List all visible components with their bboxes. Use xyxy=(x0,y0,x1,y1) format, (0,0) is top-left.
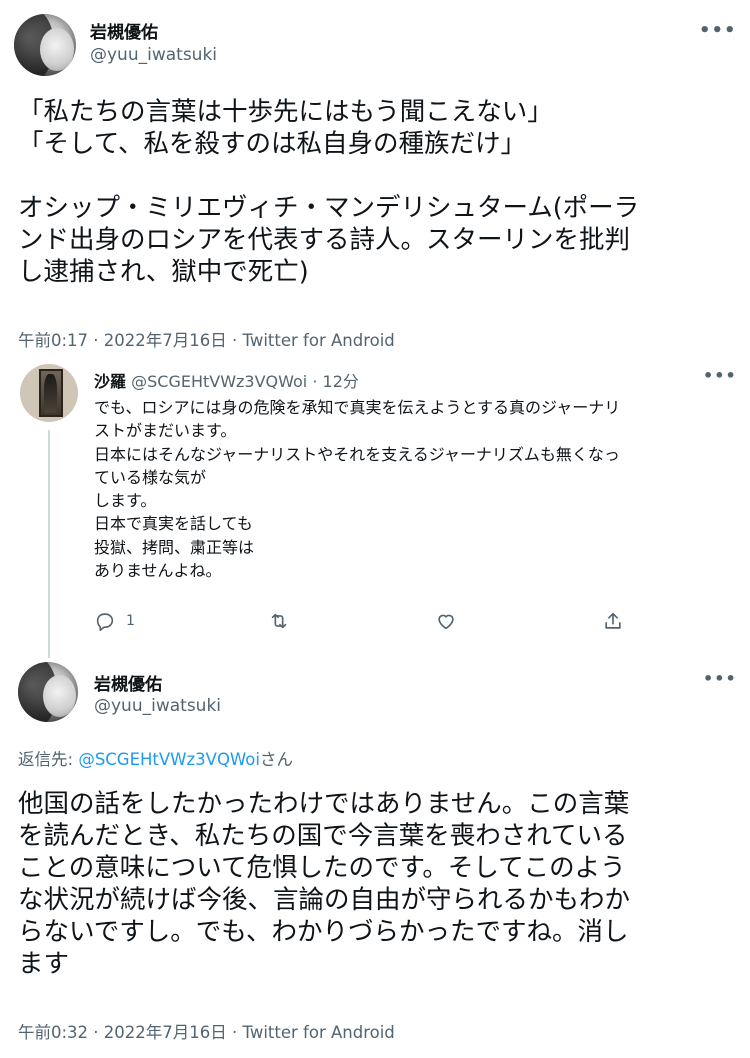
reply-count: 1 xyxy=(126,613,135,629)
retweet-button[interactable] xyxy=(268,610,290,632)
reply-header: 沙羅 @SCGEHtVWz3VQWoi · 12分 xyxy=(94,368,359,392)
replying-to: 返信先: @SCGEHtVWz3VQWoiさん xyxy=(18,746,293,770)
retweet-icon xyxy=(271,613,287,629)
reply-more-options-icon[interactable]: ••• xyxy=(703,366,737,385)
share-icon xyxy=(605,612,621,629)
avatar[interactable] xyxy=(14,14,76,76)
reply-icon xyxy=(96,613,114,631)
author-handle[interactable]: @yuu_iwatsuki xyxy=(90,45,217,65)
heart-icon xyxy=(438,614,454,630)
thread-line xyxy=(48,430,50,658)
reply-button[interactable]: 1 xyxy=(94,610,135,632)
reply-time[interactable]: · 12分 xyxy=(312,372,359,391)
avatar-face xyxy=(43,675,77,718)
replying-to-prefix: 返信先: xyxy=(18,750,79,769)
replying-to-mention[interactable]: @SCGEHtVWz3VQWoi xyxy=(78,750,260,769)
reply-text: でも、ロシアには身の危険を承知で真実を伝えようとする真のジャーナリ ストがまだい… xyxy=(94,398,621,581)
tweet-text: 他国の話をしたかったわけではありません。この言葉 を読んだとき、私たちの国で今言… xyxy=(18,789,631,979)
tweet-text: 「私たちの言葉は十歩先にはもう聞こえない」 「そして、私を殺すのは私自身の種族だ… xyxy=(18,97,640,287)
share-button[interactable] xyxy=(602,610,624,632)
like-button[interactable] xyxy=(435,610,457,632)
avatar-figure xyxy=(44,374,58,413)
avatar-face xyxy=(40,27,75,72)
tweet-timestamp[interactable]: 午前0:17 · 2022年7月16日 · Twitter for Androi… xyxy=(18,327,395,351)
reply-avatar[interactable] xyxy=(20,364,78,422)
reply-author-name[interactable]: 沙羅 xyxy=(94,372,126,391)
replying-to-suffix: さん xyxy=(259,750,293,769)
author-handle[interactable]: @yuu_iwatsuki xyxy=(94,696,221,716)
avatar[interactable] xyxy=(18,662,78,722)
more-options-icon[interactable]: ••• xyxy=(699,20,737,41)
author-name[interactable]: 岩槻優佑 xyxy=(90,18,158,43)
reply-author-handle[interactable]: @SCGEHtVWz3VQWoi xyxy=(131,372,307,391)
tweet-timestamp[interactable]: 午前0:32 · 2022年7月16日 · Twitter for Androi… xyxy=(18,1019,395,1043)
author-name[interactable]: 岩槻優佑 xyxy=(94,670,162,695)
more-options-icon[interactable]: ••• xyxy=(703,669,737,688)
